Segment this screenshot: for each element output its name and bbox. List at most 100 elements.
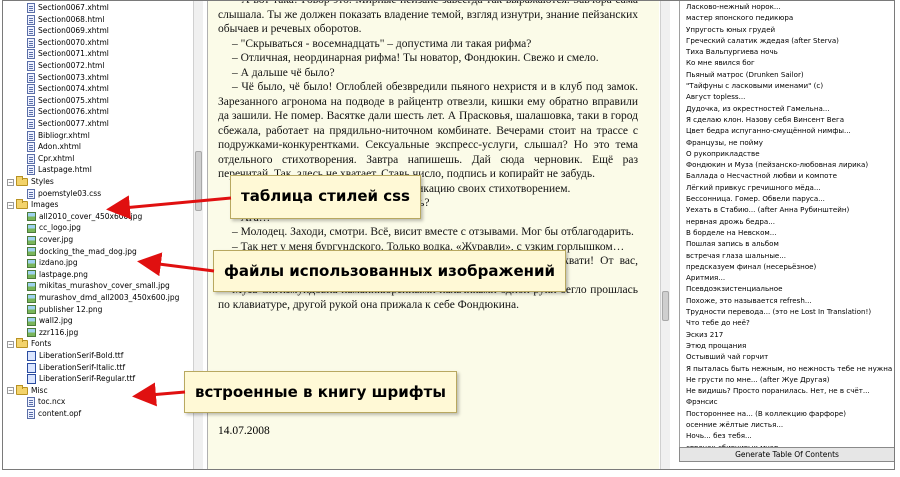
toc-item[interactable]: Похоже, это называется refresh... bbox=[680, 295, 894, 306]
tree-scrollbar-thumb[interactable] bbox=[195, 151, 202, 211]
toc-item[interactable]: Я сделаю клон. Назову себя Винсент Вега bbox=[680, 114, 894, 125]
tree-item[interactable]: Lastpage.html bbox=[27, 164, 92, 176]
tree-folder[interactable]: − Fonts bbox=[7, 338, 51, 350]
tree-item[interactable]: murashov_dmd_all2003_450x600.jpg bbox=[27, 292, 179, 304]
font-file-icon bbox=[27, 362, 36, 373]
tree-item[interactable]: zzr116.jpg bbox=[27, 327, 78, 339]
toc-item[interactable]: Фрэнсис bbox=[680, 396, 894, 407]
toc-item[interactable]: мастер японского педикюра bbox=[680, 12, 894, 23]
toc-item[interactable]: Ласково-нежный норок... bbox=[680, 1, 894, 12]
tree-folder[interactable]: − Misc bbox=[7, 384, 48, 397]
tree-item[interactable]: lastpage.png bbox=[27, 269, 88, 281]
collapse-icon[interactable]: − bbox=[7, 387, 14, 395]
collapse-icon[interactable]: − bbox=[7, 178, 14, 186]
toc-item[interactable]: Ко мне явился бог bbox=[680, 57, 894, 68]
tree-item[interactable]: Cpr.xhtml bbox=[27, 153, 74, 165]
editor-scrollbar-thumb[interactable] bbox=[662, 291, 669, 321]
tree-item[interactable]: Section0074.xhtml bbox=[27, 83, 109, 95]
tree-item[interactable]: Section0067.xhtml bbox=[27, 2, 109, 14]
editor-paragraph[interactable]: – Отличная, неординарная рифма! Ты новат… bbox=[208, 51, 648, 66]
tree-item-label: LiberationSerif-Italic.ttf bbox=[39, 362, 126, 372]
toc-item[interactable]: "Тайфуны с ласковыми именами" (с) bbox=[680, 80, 894, 91]
tree-item[interactable]: cc_logo.jpg bbox=[27, 222, 81, 234]
tree-item[interactable]: Section0072.html bbox=[27, 60, 104, 72]
tree-item[interactable]: Section0073.xhtml bbox=[27, 72, 109, 84]
tree-item[interactable]: Adon.xhtml bbox=[27, 141, 81, 153]
toc-item[interactable]: Тиха Вальпургиева ночь bbox=[680, 46, 894, 57]
toc-item[interactable]: встречая глаза шальные... bbox=[680, 250, 894, 261]
tree-item[interactable]: Section0070.xhtml bbox=[27, 37, 109, 49]
tree-item[interactable]: Section0071.xhtml bbox=[27, 48, 109, 60]
toc-item[interactable]: Что тебе до неё? bbox=[680, 317, 894, 328]
tree-item[interactable]: toc.ncx bbox=[27, 396, 65, 408]
toc-item[interactable]: Лёгкий привкус гречишного мёда... bbox=[680, 182, 894, 193]
document-icon bbox=[27, 26, 35, 37]
toc-item[interactable]: Пьяный матрос (Drunken Sailor) bbox=[680, 69, 894, 80]
toc-item[interactable]: Август topless... bbox=[680, 91, 894, 102]
toc-item[interactable]: Бессонница. Гомер. Обвели парусa... bbox=[680, 193, 894, 204]
editor-date: 14.07.2008 bbox=[218, 425, 270, 437]
tree-item[interactable]: wall2.jpg bbox=[27, 315, 73, 327]
toc-item[interactable]: В борделе на Невском... bbox=[680, 227, 894, 238]
tree-item-label: mikitas_murashov_cover_small.jpg bbox=[39, 281, 170, 291]
tree-folder[interactable]: − Images bbox=[7, 199, 58, 211]
tree-item[interactable]: LiberationSerif-Bold.ttf bbox=[27, 350, 123, 362]
toc-item[interactable]: Греческий салатик ждедая (after Sterva) bbox=[680, 35, 894, 46]
collapse-icon[interactable]: − bbox=[7, 340, 14, 348]
toc-item[interactable]: Этюд прощания bbox=[680, 340, 894, 351]
editor-paragraph[interactable]: – "Скрываться - восемнадцать" – допустим… bbox=[208, 37, 648, 52]
tree-item[interactable]: izdano.jpg bbox=[27, 257, 78, 269]
collapse-icon[interactable]: − bbox=[7, 201, 14, 209]
toc-item[interactable]: Аритмия... bbox=[680, 272, 894, 283]
toc-item[interactable]: нервная дрожь бедра... bbox=[680, 216, 894, 227]
toc-item[interactable]: предсказуем финал (несерьёзное) bbox=[680, 261, 894, 272]
tree-item[interactable]: Section0068.html bbox=[27, 14, 104, 26]
tree-folder[interactable]: − Styles bbox=[7, 176, 54, 188]
toc-item[interactable]: О рукоприкладстве bbox=[680, 148, 894, 159]
toc-item[interactable]: Дудочка, из окрестностей Гамельна... bbox=[680, 103, 894, 114]
image-file-icon bbox=[27, 293, 36, 303]
toc-item[interactable]: Эскиз 217 bbox=[680, 329, 894, 340]
tree-item[interactable]: all2010_cover_450x600.jpg bbox=[27, 211, 142, 223]
toc-item[interactable]: Упругость юных грудей bbox=[680, 24, 894, 35]
toc-item[interactable]: Не грусти по мне... (after Жуе Другая) bbox=[680, 374, 894, 385]
tree-item[interactable]: docking_the_mad_dog.jpg bbox=[27, 246, 137, 258]
tree-item-label: Fonts bbox=[31, 339, 52, 349]
tree-item[interactable]: content.opf bbox=[27, 408, 81, 420]
toc-item[interactable]: Остывший чай горчит bbox=[680, 351, 894, 362]
toc-item[interactable]: Пошлая запись в альбом bbox=[680, 238, 894, 249]
tree-item[interactable]: Bibliogr.xhtml bbox=[27, 130, 90, 142]
editor-paragraph[interactable]: – А дальше чё было? bbox=[208, 66, 648, 81]
tree-item-label: Section0074.xhtml bbox=[38, 84, 109, 94]
tree-item[interactable]: cover.jpg bbox=[27, 234, 73, 246]
editor-scrollbar[interactable] bbox=[660, 1, 670, 469]
toc-item[interactable]: Не видишь? Просто поранилась. Нет, не в … bbox=[680, 385, 894, 396]
toc-item[interactable]: Фондюкин и Муза (пейзанско-любовная лири… bbox=[680, 159, 894, 170]
toc-item[interactable]: Псевдоэкзистенциальное bbox=[680, 283, 894, 294]
tree-item[interactable]: Section0076.xhtml bbox=[27, 106, 109, 118]
tree-item[interactable]: LiberationSerif-Italic.ttf bbox=[27, 362, 125, 374]
image-file-icon bbox=[27, 235, 36, 245]
editor-paragraph[interactable]: – А вот така! Говор это. Мирные пейзане … bbox=[208, 1, 648, 37]
generate-toc-button[interactable]: Generate Table Of Contents bbox=[679, 447, 894, 462]
tree-item[interactable]: Section0069.xhtml bbox=[27, 25, 109, 37]
toc-item[interactable]: Французы, не пойму bbox=[680, 137, 894, 148]
toc-item[interactable]: Ночь... без тебя... bbox=[680, 430, 894, 441]
tree-item[interactable]: LiberationSerif-Regular.ttf bbox=[27, 373, 135, 385]
tree-item[interactable]: publisher 12.png bbox=[27, 304, 102, 316]
toc-item[interactable]: Цвет бедра испуганно-смущённой нимфы... bbox=[680, 125, 894, 136]
toc-item[interactable]: Постороннее на... (В коллекцию фарфоре) bbox=[680, 408, 894, 419]
editor-paragraph[interactable]: – Молодец. Заходи, смотри. Всё, висит вм… bbox=[208, 225, 648, 240]
image-file-icon bbox=[27, 281, 36, 291]
toc-item[interactable]: Баллада о Несчастной любви и компоте bbox=[680, 170, 894, 181]
tree-item[interactable]: Section0077.xhtml bbox=[27, 118, 109, 130]
toc-item[interactable]: Трудности перевода... (это не Lost In Tr… bbox=[680, 306, 894, 317]
toc-item[interactable]: осенние жёлтые листья... bbox=[680, 419, 894, 430]
toc-item[interactable]: Уехать в Стабию... (after Анна Рубинштей… bbox=[680, 204, 894, 215]
tree-item[interactable]: poemstyle03.css bbox=[27, 188, 101, 200]
toc-item[interactable]: Я пыталась быть нежным, но нежность тебе… bbox=[680, 363, 894, 374]
editor-paragraph[interactable]: – Чё было, чё было! Оглоблей обезвредили… bbox=[208, 80, 648, 182]
tree-item[interactable]: Section0075.xhtml bbox=[27, 95, 109, 107]
document-icon bbox=[27, 72, 35, 83]
tree-item[interactable]: mikitas_murashov_cover_small.jpg bbox=[27, 280, 170, 292]
